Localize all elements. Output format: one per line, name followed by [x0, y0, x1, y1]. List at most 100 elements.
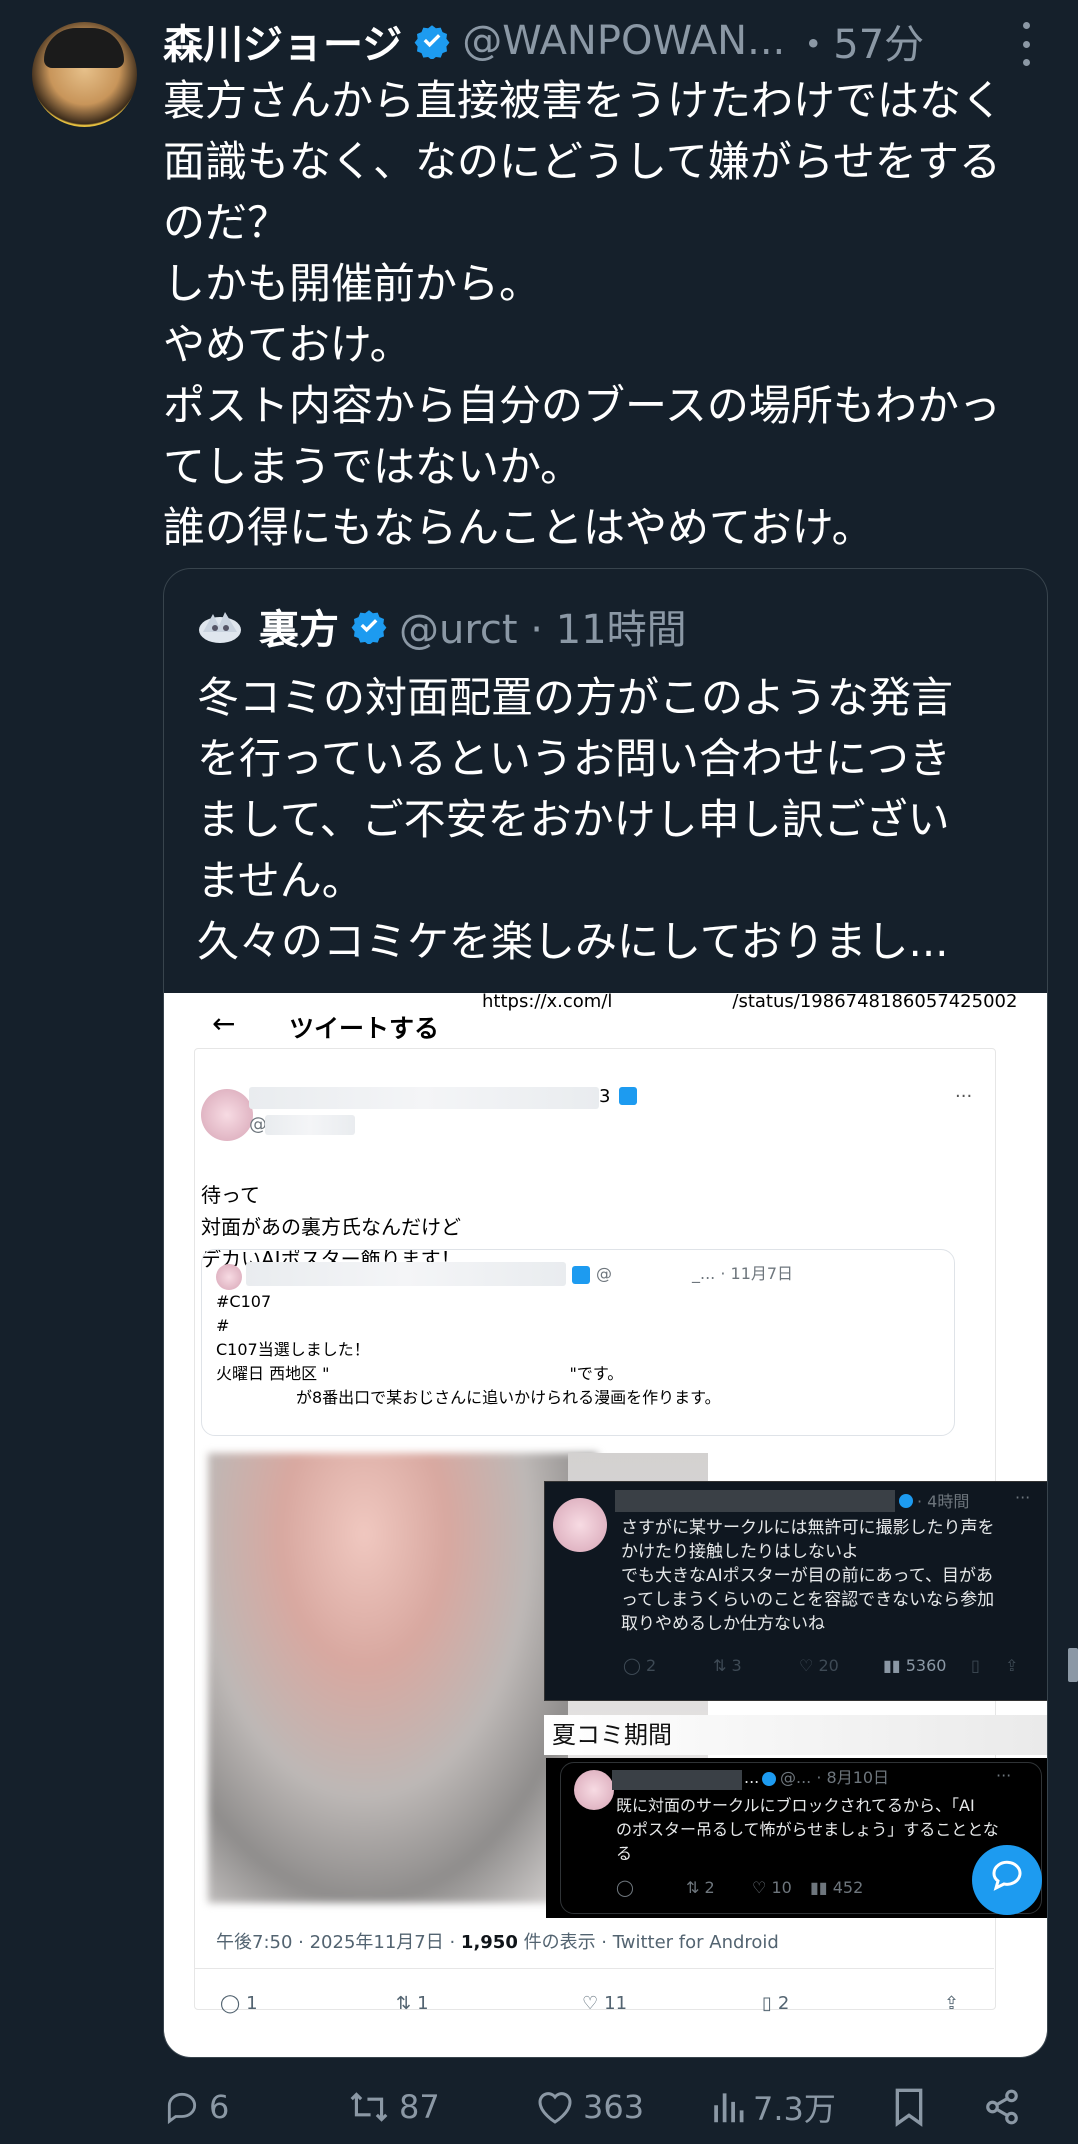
- scrollbar-thumb[interactable]: [1068, 1648, 1078, 1682]
- bookmark-icon: ▯: [971, 1656, 980, 1675]
- inner-line: 火曜日 西地区 " "です。: [216, 1364, 624, 1383]
- quoted-header: 裏方 @urct · 11時間: [197, 597, 687, 655]
- twitter-badge-icon: [619, 1087, 637, 1105]
- screenshot-line: 待って: [201, 1183, 260, 1207]
- reply2-redacted-name: [612, 1770, 742, 1790]
- verified-badge-icon: [899, 1494, 913, 1508]
- share-icon: [986, 2089, 1018, 2125]
- share-button[interactable]: [983, 2082, 1029, 2132]
- tweet-line: 裏方さんから直接被害をうけたわけではなく: [163, 76, 1004, 125]
- retweet-icon: [350, 2092, 388, 2122]
- quoted-line: 久々のコミケを楽しみにしておりまし...: [197, 917, 949, 966]
- quoted-line: ません。: [197, 856, 364, 905]
- reply-stat-likes: ♡ 20: [799, 1656, 839, 1675]
- retweet-button[interactable]: 87: [347, 2082, 440, 2132]
- inner-quoted-card: @ _... · 11月7日 #C107 # C107当選しました！ 火曜日 西…: [201, 1249, 955, 1436]
- bookmark-button[interactable]: [893, 2082, 933, 2132]
- tweet-line: 誰の得にもならんことはやめておけ。: [163, 503, 874, 552]
- view-count: 7.3万: [753, 2090, 836, 2128]
- tweet-line: しかも開催前から。: [163, 259, 542, 308]
- reply-line: でも大きなAIポスターが目の前にあって、目があ: [621, 1566, 993, 1586]
- message-icon: [992, 1860, 1022, 1891]
- author-avatar[interactable]: [32, 22, 137, 127]
- reply2-ellipsis: ...: [744, 1768, 760, 1787]
- screenshot-meta: 午後7:50 · 2025年11月7日 · 1,950 件の表示 · Twitt…: [216, 1932, 779, 1953]
- verified-badge-icon: [762, 1772, 776, 1786]
- quoted-tweet[interactable]: 裏方 @urct · 11時間 冬コミの対面配置の方がこのような発言 を行ってい…: [163, 568, 1048, 2058]
- verified-badge-icon: [414, 25, 450, 59]
- reply-button[interactable]: 6: [163, 2082, 229, 2132]
- inner-avatar: [216, 1264, 242, 1290]
- reply-line: かけたり接触したりはしないよ: [621, 1542, 859, 1562]
- views-button[interactable]: 7.3万: [711, 2082, 836, 2132]
- inner-line: #: [216, 1316, 230, 1335]
- author-name[interactable]: 森川ジョージ: [163, 12, 402, 70]
- reply2-body: 既に対面のサークルにブロックされてるから、「AI のポスター吊るして怖がらせまし…: [616, 1794, 999, 1866]
- attached-screenshot-image[interactable]: https://x.com/l/status/19867481860574250…: [164, 991, 1047, 2057]
- reply-line: さすがに某サークルには無許可に撮影したり声を: [621, 1518, 995, 1538]
- more-icon: ···: [1015, 1488, 1031, 1507]
- reply2-avatar: [574, 1770, 614, 1810]
- back-arrow-icon: ←: [212, 1007, 236, 1040]
- reply2-line: 既に対面のサークルにブロックされてるから、「AI: [616, 1796, 975, 1815]
- reply-stat-replies: ◯ 2: [623, 1656, 657, 1675]
- reply2-stat-reposts: ⇅ 2: [686, 1878, 715, 1897]
- inner-body: #C107 # C107当選しました！ 火曜日 西地区 " "です。 が8番出口…: [216, 1290, 721, 1410]
- like-count: 363: [583, 2088, 645, 2126]
- reply-body: さすがに某サークルには無許可に撮影したり声を かけたり接触したりはしないよ でも…: [621, 1516, 995, 1636]
- reply-count: 6: [209, 2088, 230, 2126]
- more-options-icon[interactable]: [1016, 22, 1036, 66]
- name-suffix: 3: [599, 1086, 611, 1107]
- quoted-avatar[interactable]: [197, 606, 243, 646]
- quoted-line: を行っているというお問い合わせにつき: [197, 734, 951, 783]
- screenshot-bookmark-stat: ▯ 2: [762, 1993, 790, 2014]
- screenshot-line: 対面があの裏方氏なんだけど: [201, 1215, 461, 1239]
- views-icon: [714, 2093, 744, 2123]
- reply-screenshot-1: · 4時間 ··· さすがに某サークルには無許可に撮影したり声を かけたり接触し…: [544, 1481, 1047, 1701]
- quoted-author-name[interactable]: 裏方: [259, 597, 339, 655]
- tweet-body: 裏方さんから直接被害をうけたわけではなく 面識もなく、なのにどうして嫌がらせをす…: [163, 70, 1063, 558]
- tweet-actions: 6 87 363 7.3万: [163, 2082, 1043, 2132]
- reply2-stat-views: ▮▮ 452: [810, 1878, 864, 1897]
- quoted-line: まして、ご不安をおかけし申し訳ござい: [197, 795, 950, 844]
- quoted-body: 冬コミの対面配置の方がこのような発言 を行っているというお問い合わせにつき まし…: [197, 667, 1027, 972]
- inner-line: が8番出口で某おじさんに追いかけられる漫画を作ります。: [216, 1388, 721, 1407]
- tweet-line: ポスト内容から自分のブースの場所もわかっ: [163, 381, 1001, 430]
- reply2-stat-likes: ♡ 10: [752, 1878, 792, 1897]
- screenshot-title: ツイートする: [289, 1014, 440, 1043]
- compose-fab-button[interactable]: [972, 1845, 1042, 1915]
- retweet-count: 87: [399, 2088, 440, 2126]
- heart-icon: [538, 2092, 572, 2124]
- summer-label: 夏コミ期間: [544, 1715, 1047, 1755]
- like-button[interactable]: 363: [535, 2082, 644, 2132]
- blurred-avatar: [201, 1089, 253, 1141]
- screenshot-share-icon: ⇪: [944, 1993, 960, 2014]
- author-handle[interactable]: @WANPOWAN...: [462, 18, 785, 64]
- reply-stat-reposts: ⇅ 3: [713, 1656, 742, 1675]
- reply2-stat-replies: ◯: [616, 1878, 634, 1897]
- tweet-line: てしまうではないか。: [163, 442, 583, 491]
- tweet-line: のだ？: [163, 198, 290, 247]
- reply-avatar: [553, 1498, 607, 1552]
- redacted-name: [249, 1087, 599, 1109]
- redacted-handle-blur: [265, 1115, 355, 1135]
- inner-redacted-name: [246, 1262, 566, 1286]
- reply-icon: [167, 2092, 197, 2125]
- reply-line: ってしまうくらいのことを容認できないなら参加: [621, 1590, 995, 1610]
- quoted-line: 冬コミの対面配置の方がこのような発言: [197, 673, 954, 722]
- share-icon: ⇪: [1005, 1656, 1019, 1675]
- inner-meta: @ _... · 11月7日: [596, 1264, 794, 1283]
- reply2-line: る: [616, 1844, 633, 1863]
- url-text: https://x.com/l/status/19867481860574250…: [482, 991, 1018, 1012]
- reply-redacted-name: [615, 1490, 895, 1512]
- verified-badge-icon: [351, 610, 387, 644]
- reply-stat-views: ▮▮ 5360: [883, 1656, 947, 1675]
- screenshot-like-stat: ♡ 11: [582, 1993, 628, 2014]
- inner-line: C107当選しました！: [216, 1340, 370, 1359]
- more-icon: ···: [955, 1086, 973, 1107]
- screenshot-repost-stat: ⇅ 1: [396, 1993, 429, 2014]
- tweet-line: 面識もなく、なのにどうして嫌がらせをする: [163, 137, 1001, 186]
- reply-line: 取りやめるしか仕方ないね: [621, 1614, 825, 1634]
- quoted-handle-time[interactable]: @urct · 11時間: [399, 597, 687, 655]
- twitter-badge-icon: [572, 1266, 590, 1284]
